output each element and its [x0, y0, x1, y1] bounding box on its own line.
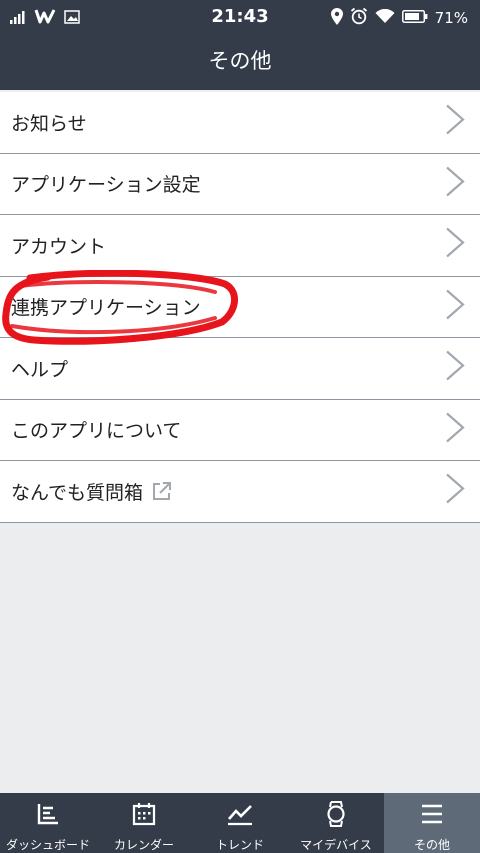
menu-item-account[interactable]: アカウント: [0, 215, 480, 277]
bottom-tab-bar: ダッシュボード カレンダー トレンド マイデバイス その他: [0, 793, 480, 853]
settings-menu: お知らせ アプリケーション設定 アカウント 連携アプリケーション ヘルプ このア…: [0, 92, 480, 523]
chevron-right-icon: [444, 227, 466, 264]
menu-item-label: このアプリについて: [11, 420, 182, 443]
chevron-right-icon: [444, 350, 466, 387]
menu-item-label: アプリケーション設定: [11, 174, 201, 197]
menu-item-label: なんでも質問箱: [11, 481, 144, 504]
external-link-icon: [151, 480, 173, 502]
calendar-icon: [131, 801, 157, 836]
battery-percent: 71%: [434, 9, 468, 27]
status-bar: 21:43 71%: [0, 0, 480, 34]
location-icon: [330, 7, 343, 29]
menu-item-app-settings[interactable]: アプリケーション設定: [0, 154, 480, 215]
tab-other[interactable]: その他: [384, 793, 480, 853]
tab-label: カレンダー: [113, 838, 174, 852]
chevron-right-icon: [444, 411, 466, 448]
wifi-icon: [375, 8, 395, 28]
chevron-right-icon: [444, 165, 466, 202]
menu-item-about[interactable]: このアプリについて: [0, 400, 480, 461]
menu-item-label: アカウント: [11, 235, 107, 258]
tab-label: その他: [413, 838, 450, 852]
tab-label: ダッシュボード: [5, 838, 90, 852]
menu-item-label: お知らせ: [11, 112, 87, 135]
menu-item-linked-apps[interactable]: 連携アプリケーション: [0, 277, 480, 338]
menu-item-question-box[interactable]: なんでも質問箱: [0, 461, 480, 523]
tab-dashboard[interactable]: ダッシュボード: [0, 793, 96, 853]
trend-icon: [226, 801, 254, 836]
battery-icon: [401, 9, 428, 27]
chevron-right-icon: [444, 288, 466, 325]
tab-label: マイデバイス: [300, 838, 372, 852]
tab-label: トレンド: [215, 838, 264, 852]
menu-icon: [419, 801, 445, 836]
menu-item-label: 連携アプリケーション: [11, 297, 201, 320]
watch-icon: [325, 801, 347, 836]
chevron-right-icon: [444, 473, 466, 510]
status-right-icons: 71%: [330, 7, 468, 29]
menu-item-label: ヘルプ: [11, 358, 69, 381]
page-title: その他: [0, 34, 480, 90]
tab-trend[interactable]: トレンド: [192, 793, 288, 853]
chevron-right-icon: [444, 104, 466, 141]
dashboard-icon: [35, 801, 61, 836]
menu-item-help[interactable]: ヘルプ: [0, 338, 480, 400]
alarm-icon: [350, 7, 368, 29]
tab-calendar[interactable]: カレンダー: [96, 793, 192, 853]
tab-my-device[interactable]: マイデバイス: [288, 793, 384, 853]
menu-item-notices[interactable]: お知らせ: [0, 92, 480, 154]
